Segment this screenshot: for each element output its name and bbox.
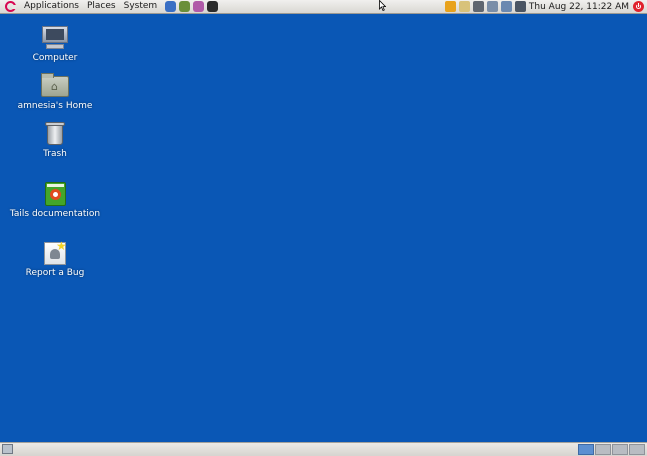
- alert-icon[interactable]: [444, 1, 456, 12]
- desktop-icon-label: Report a Bug: [25, 268, 85, 278]
- workspace-switcher: [577, 444, 645, 455]
- top-panel: Applications Places System Thu Aug 22, 1…: [0, 0, 647, 14]
- desktop-icon-computer[interactable]: Computer: [7, 25, 103, 64]
- workspace-2[interactable]: [595, 444, 611, 455]
- browser-icon[interactable]: [165, 1, 177, 12]
- terminal-icon[interactable]: [207, 1, 219, 12]
- menu-applications[interactable]: Applications: [24, 0, 79, 13]
- email-icon[interactable]: [193, 1, 205, 12]
- workspace-3[interactable]: [612, 444, 628, 455]
- trash-icon: [40, 121, 70, 147]
- desktop-icon-tails-documentation[interactable]: Tails documentation: [7, 181, 103, 220]
- report-bug-icon: ★: [40, 240, 70, 266]
- clipboard-icon[interactable]: [458, 1, 470, 12]
- menu-places[interactable]: Places: [87, 0, 116, 13]
- pidgin-icon[interactable]: [179, 1, 191, 12]
- system-tray: Thu Aug 22, 11:22 AM: [444, 0, 647, 13]
- bottom-panel: [0, 442, 647, 456]
- home-folder-icon: [40, 73, 70, 99]
- menu-system[interactable]: System: [124, 0, 158, 13]
- clock[interactable]: Thu Aug 22, 11:22 AM: [529, 2, 629, 12]
- workspace-1[interactable]: [578, 444, 594, 455]
- computer-icon: [40, 25, 70, 51]
- keyboard-icon[interactable]: [472, 1, 484, 12]
- tails-documentation-icon: [40, 181, 70, 207]
- show-desktop-icon[interactable]: [2, 444, 13, 454]
- desktop-icon-label: Trash: [43, 149, 67, 159]
- tools-icon[interactable]: [486, 1, 498, 12]
- desktop-icon-label: Tails documentation: [9, 209, 101, 219]
- network-icon[interactable]: [500, 1, 512, 12]
- desktop-icon-label: Computer: [32, 53, 78, 63]
- desktop-icon-label: amnesia's Home: [17, 101, 93, 111]
- desktop-icon-report-bug[interactable]: ★ Report a Bug: [7, 240, 103, 279]
- desktop-icon-home[interactable]: amnesia's Home: [7, 73, 103, 112]
- desktop-icon-trash[interactable]: Trash: [7, 121, 103, 160]
- volume-icon[interactable]: [514, 1, 526, 12]
- power-icon[interactable]: [633, 1, 644, 12]
- mouse-cursor-icon: [379, 0, 386, 11]
- debian-logo-icon[interactable]: [5, 1, 16, 12]
- workspace-4[interactable]: [629, 444, 645, 455]
